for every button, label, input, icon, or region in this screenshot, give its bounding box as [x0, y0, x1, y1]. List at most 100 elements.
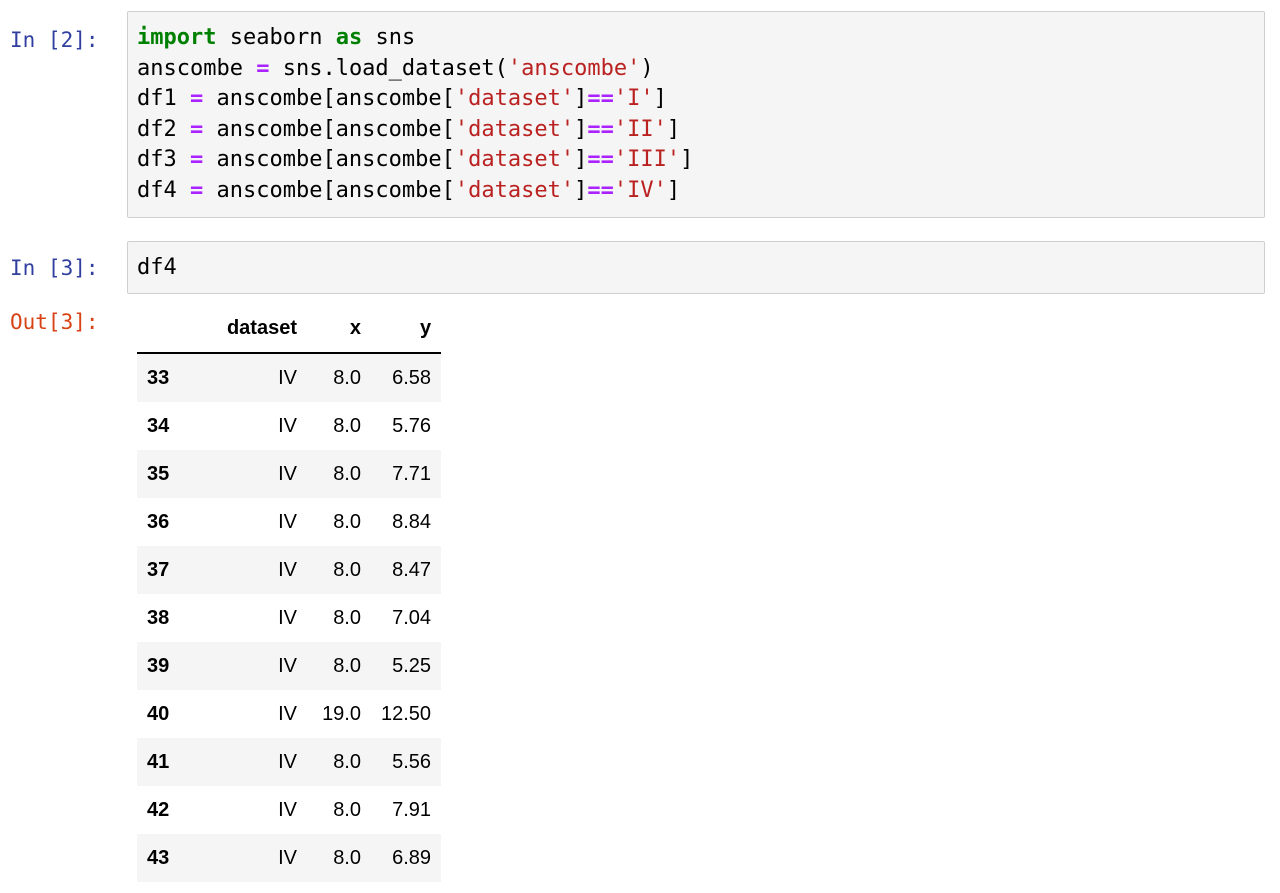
- code-operator: =: [189, 147, 204, 172]
- row-index: 37: [147, 558, 170, 581]
- table-cell: IV: [278, 750, 297, 773]
- code-text: anscombe[anscombe[: [203, 177, 455, 203]
- code-operator: =: [256, 55, 270, 81]
- code-text: ]: [680, 147, 694, 172]
- code-line: df2 = anscombe[anscombe['dataset'] =='II'…: [137, 115, 1255, 146]
- code-string: 'II': [613, 116, 667, 142]
- output-prompt: Out[3]:: [10, 310, 99, 334]
- code-text: df2: [137, 116, 190, 142]
- code-operator: ==: [587, 177, 614, 203]
- table-cell: IV: [278, 702, 297, 725]
- code-operator: ==: [587, 147, 614, 172]
- table-cell: 8.84: [392, 510, 432, 533]
- code-operator: =: [189, 116, 204, 142]
- table-cell: 7.04: [392, 606, 432, 629]
- table-cell: 8.0: [333, 798, 361, 821]
- table-row: 37 IV 8.0 8.47: [137, 546, 442, 594]
- table-row: 35 IV 8.0 7.71: [137, 450, 442, 498]
- table-header-row: dataset x y: [137, 305, 442, 354]
- code-text: ]: [666, 116, 681, 142]
- code-text: ): [640, 55, 654, 81]
- column-header-y: y: [371, 305, 442, 354]
- table-cell: 8.0: [333, 462, 361, 485]
- row-index: 35: [147, 462, 170, 485]
- code-string: 'IV': [613, 177, 667, 203]
- table-cell: IV: [278, 558, 297, 581]
- code-text: ]: [666, 177, 681, 203]
- code-editor[interactable]: df4: [128, 242, 1264, 296]
- table-row: 41 IV 8.0 5.56: [137, 738, 442, 786]
- table-row: 38 IV 8.0 7.04: [137, 594, 442, 642]
- code-text: anscombe[anscombe[: [203, 147, 455, 172]
- table-cell: IV: [278, 510, 297, 533]
- code-text: df3: [137, 147, 190, 172]
- code-keyword: import: [137, 25, 217, 50]
- row-index: 43: [147, 846, 170, 869]
- table-cell: IV: [278, 654, 297, 677]
- code-line: df4 = anscombe[anscombe['dataset']=='IV'…: [137, 176, 1255, 207]
- row-index: 36: [147, 510, 170, 533]
- code-operator: ==: [587, 116, 614, 142]
- code-string: 'anscombe': [507, 55, 641, 81]
- code-string: 'dataset': [454, 147, 575, 172]
- row-index: 39: [147, 654, 170, 677]
- code-line: import seaborn as sns: [137, 23, 1255, 54]
- output-area: dataset x y 33 IV 8.0 6.58 34 IV 8.0 5.76 35 IV 8.…: [137, 305, 442, 882]
- table-row: 43 IV 8.0 6.89: [137, 834, 442, 882]
- row-index: 34: [147, 414, 170, 437]
- code-string: 'III': [613, 147, 681, 172]
- code-line: df3 = anscombe[anscombe['dataset']=='III…: [137, 145, 1255, 176]
- input-prompt: In [2]:: [10, 28, 99, 52]
- code-text: ]: [653, 86, 667, 111]
- table-cell: 5.76: [392, 414, 432, 437]
- table-cell: IV: [278, 366, 297, 389]
- code-text: anscombe: [137, 55, 257, 81]
- code-cell-input[interactable]: df4: [127, 241, 1265, 294]
- code-line: anscombe = sns.load_dataset('anscombe'): [137, 54, 1255, 85]
- table-cell: 7.91: [392, 798, 432, 821]
- table-cell: 5.25: [392, 654, 432, 677]
- table-body: 33 IV 8.0 6.58 34 IV 8.0 5.76 35 IV 8.0 7.71 36 IV 8.0…: [137, 353, 442, 882]
- code-string: 'dataset': [454, 86, 575, 111]
- table-cell: 8.0: [333, 846, 361, 869]
- table-row: 40 IV 19.0 12.50: [137, 690, 442, 738]
- code-line: df1 = anscombe[anscombe['dataset']=='I']: [137, 84, 1255, 115]
- table-cell: 8.0: [333, 510, 361, 533]
- code-keyword: as: [335, 25, 363, 50]
- table-cell: 6.58: [392, 366, 432, 389]
- table-cell: IV: [278, 462, 297, 485]
- table-cell: 7.71: [392, 462, 432, 485]
- table-cell: 8.0: [333, 558, 361, 581]
- code-text: df4: [137, 177, 190, 203]
- code-text: df1: [137, 86, 190, 111]
- table-cell: IV: [278, 606, 297, 629]
- code-text: ]: [574, 177, 588, 203]
- table-row: 39 IV 8.0 5.25: [137, 642, 442, 690]
- table-cell: 6.89: [392, 846, 432, 869]
- table-cell: 8.0: [333, 366, 361, 389]
- code-text: ]: [574, 147, 588, 172]
- code-string: 'dataset': [454, 116, 575, 142]
- code-text: df4: [137, 255, 177, 280]
- code-cell-input[interactable]: import seaborn as sns anscombe = sns.load…: [127, 11, 1265, 218]
- code-text: sns: [362, 25, 416, 50]
- table-row: 42 IV 8.0 7.91: [137, 786, 442, 834]
- code-editor[interactable]: import seaborn as sns anscombe = sns.load…: [128, 12, 1264, 218]
- dataframe-table: dataset x y 33 IV 8.0 6.58 34 IV 8.0 5.76 35 IV 8.…: [137, 305, 442, 882]
- index-header: [137, 305, 193, 354]
- table-row: 33 IV 8.0 6.58: [137, 353, 442, 402]
- table-cell: 19.0: [322, 702, 361, 725]
- table-cell: 12.50: [381, 702, 432, 725]
- column-header-x: x: [307, 305, 371, 354]
- code-text: anscombe[anscombe[: [203, 116, 455, 142]
- table-cell: IV: [278, 846, 297, 869]
- table-cell: IV: [278, 414, 297, 437]
- table-cell: 8.0: [333, 750, 361, 773]
- code-operator: =: [189, 177, 204, 203]
- code-line: df4: [137, 253, 1255, 284]
- table-cell: 8.0: [333, 414, 361, 437]
- code-string: 'I': [613, 86, 654, 111]
- table-cell: 5.56: [392, 750, 432, 773]
- code-string: 'dataset': [454, 177, 575, 203]
- row-index: 33: [147, 366, 170, 389]
